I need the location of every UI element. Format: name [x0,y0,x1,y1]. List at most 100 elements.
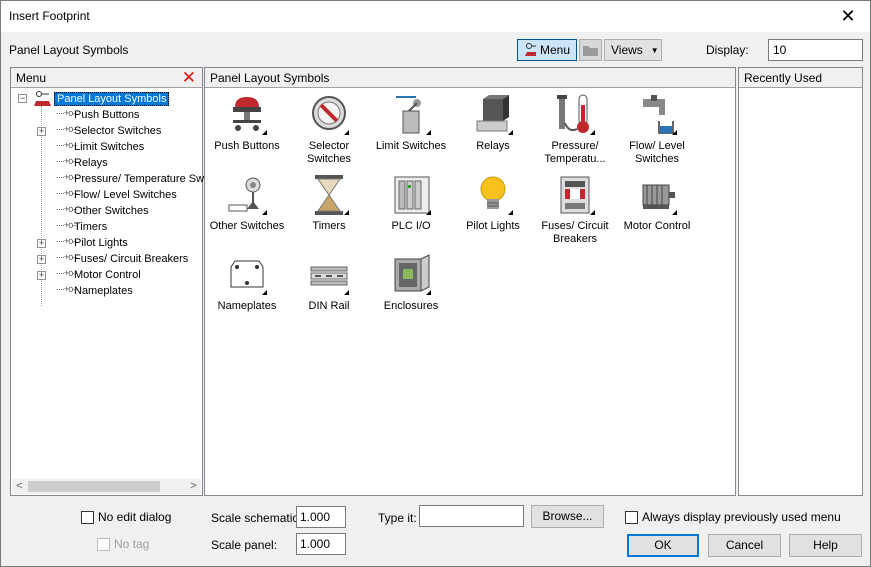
folder-button[interactable] [579,39,602,61]
tree-item[interactable]: + ····+o– Selector Switches [11,124,202,140]
symbol-label: Flow/ Level Switches [629,140,685,165]
panel-menu-icon [525,43,536,56]
no-tag-label: No tag [114,537,150,551]
submenu-arrow-icon [262,290,267,295]
submenu-arrow-icon [426,130,431,135]
expand-icon[interactable]: + [37,255,46,264]
no-tag-checkbox: No tag [97,537,149,551]
symbol-tile[interactable]: Limit Switches [370,93,452,153]
symbol-tile[interactable]: Pressure/ Temperatu... [534,93,616,166]
symbol-tile[interactable]: Nameplates [206,253,288,313]
symbol-label: Relays [476,140,510,152]
tree-item[interactable]: ····+o– Timers [11,220,202,236]
scale-schematic-label: Scale schematic: [211,511,302,525]
recently-used-header: Recently Used [739,68,862,88]
symbol-tile[interactable]: Flow/ Level Switches [616,93,698,166]
checkbox-box[interactable] [81,510,94,524]
checkbox-box [97,537,110,551]
display-label: Display: [706,43,749,57]
scale-panel-label: Scale panel: [211,538,278,552]
checkbox-box[interactable] [625,510,638,524]
expand-icon[interactable]: + [37,127,46,136]
browse-button[interactable]: Browse... [531,505,604,528]
tree-item-label: Limit Switches [74,141,145,153]
scale-schematic-input[interactable]: 1.000 [296,506,346,528]
recently-used-title: Recently Used [744,71,823,85]
tree-root-item[interactable]: − Panel Layout Symbols [11,90,202,108]
submenu-arrow-icon [590,130,595,135]
symbol-tile[interactable]: Enclosures [370,253,452,313]
tree-item[interactable]: ····+o– Flow/ Level Switches [11,188,202,204]
submenu-arrow-icon [672,210,677,215]
menu-panel-header: Menu ✕ [11,68,202,88]
scroll-thumb[interactable] [28,481,160,492]
tree-item-label: Flow/ Level Switches [74,189,177,201]
cancel-button[interactable]: Cancel [708,534,781,557]
scale-panel-input[interactable]: 1.000 [296,533,346,555]
tree-item[interactable]: ····+o– Other Switches [11,204,202,220]
menu-view-label: Menu [539,43,570,57]
tree-item-label: Nameplates [74,285,133,297]
plc-icon [391,173,431,217]
menu-view-button[interactable]: Menu [517,39,577,61]
symbol-tile[interactable]: Motor Control [616,173,698,233]
submenu-arrow-icon [508,210,513,215]
faucet-icon [637,93,677,137]
horizontal-scrollbar[interactable]: < > [12,479,201,494]
help-button[interactable]: Help [789,534,862,557]
submenu-arrow-icon [344,290,349,295]
tree-item[interactable]: + ····+o– Fuses/ Circuit Breakers [11,252,202,268]
no-edit-dialog-checkbox[interactable]: No edit dialog [81,510,171,524]
symbol-label: Enclosures [383,300,439,312]
expand-icon[interactable]: + [37,239,46,248]
lightbulb-icon [473,173,513,217]
limit-switch-icon [391,93,431,137]
enclosure-icon [391,253,431,297]
views-dropdown[interactable]: Views ▼ [604,39,662,61]
scroll-right-icon[interactable]: > [186,479,201,494]
symbol-tile[interactable]: Push Buttons [206,93,288,153]
symbol-label: Selector Switches [306,140,352,165]
close-icon[interactable]: ✕ [830,3,866,29]
symbol-label: Other Switches [209,220,285,232]
symbol-label: Pressure/ Temperatu... [544,140,606,165]
symbol-tile[interactable]: Fuses/ Circuit Breakers [534,173,616,246]
tree-item[interactable]: ····+o– Push Buttons [11,108,202,124]
symbol-tile[interactable]: Other Switches [206,173,288,233]
symbol-tile[interactable]: DIN Rail [288,253,370,313]
tree-item-label: Relays [74,157,108,169]
menu-panel-title: Menu [16,71,47,85]
symbol-tile[interactable]: Timers [288,173,370,233]
symbol-label: PLC I/O [391,220,431,232]
always-display-checkbox[interactable]: Always display previously used menu [625,510,841,524]
ok-button[interactable]: OK [627,534,699,557]
tree-item[interactable]: ····+o– Pressure/ Temperature Sw [11,172,204,188]
symbols-panel-header: Panel Layout Symbols [205,68,735,88]
insert-footprint-dialog: Insert Footprint ✕ Panel Layout Symbols … [0,0,871,567]
expand-icon[interactable]: + [37,271,46,280]
symbol-tile[interactable]: PLC I/O [370,173,452,233]
tree-item[interactable]: + ····+o– Motor Control [11,268,202,284]
selector-switch-icon [309,93,349,137]
tree-item[interactable]: + ····+o– Pilot Lights [11,236,202,252]
symbol-tile[interactable]: Selector Switches [288,93,370,166]
tree-item[interactable]: ····+o– Nameplates [11,284,202,300]
close-menu-icon[interactable]: ✕ [182,69,196,86]
submenu-arrow-icon [262,130,267,135]
type-it-input[interactable] [419,505,524,527]
submenu-arrow-icon [262,210,267,215]
tree-item[interactable]: ····+o– Relays [11,156,202,172]
submenu-arrow-icon [426,290,431,295]
window-title: Insert Footprint [9,9,90,23]
no-edit-dialog-label: No edit dialog [98,510,172,524]
collapse-icon[interactable]: − [18,94,27,103]
other-switch-icon [227,173,267,217]
title-bar: Insert Footprint ✕ [1,1,870,32]
tree-item-label: Other Switches [74,205,149,217]
display-input[interactable]: 10 [768,39,863,61]
submenu-arrow-icon [590,210,595,215]
tree-item[interactable]: ····+o– Limit Switches [11,140,202,156]
symbol-tile[interactable]: Relays [452,93,534,153]
symbol-tile[interactable]: Pilot Lights [452,173,534,233]
scroll-left-icon[interactable]: < [12,479,27,494]
